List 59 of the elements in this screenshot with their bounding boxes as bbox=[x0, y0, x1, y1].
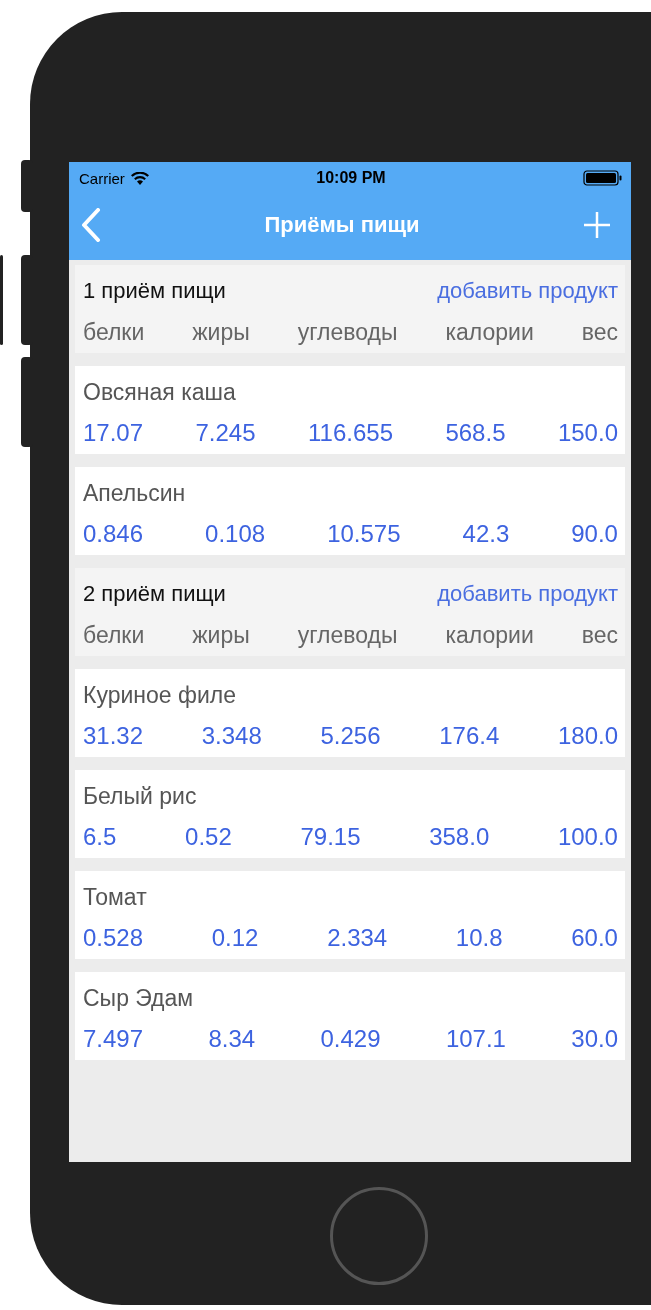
nutrient-value: 150.0 bbox=[557, 419, 618, 448]
product-name: Томат bbox=[83, 883, 147, 911]
nutrient-value: 100.0 bbox=[557, 823, 618, 852]
nutrient-value: 0.846 bbox=[83, 520, 144, 549]
nutrient-value: 176.4 bbox=[439, 722, 500, 751]
nutrient-value: 358.0 bbox=[429, 823, 490, 852]
product-name: Апельсин bbox=[83, 479, 186, 507]
product-card[interactable]: Белый рис 6.5 0.52 79.15 358.0 100.0 bbox=[75, 770, 625, 858]
column-label: калории bbox=[445, 621, 534, 649]
carrier-label: Carrier bbox=[79, 169, 125, 187]
nutrient-value: 5.256 bbox=[320, 722, 381, 751]
status-time: 10:09 PM bbox=[316, 169, 386, 187]
column-label: вес bbox=[581, 318, 618, 346]
nutrient-value: 568.5 bbox=[445, 419, 506, 448]
nutrient-value: 7.497 bbox=[83, 1025, 144, 1054]
meal-title: 1 приём пищи bbox=[83, 278, 226, 305]
nutrient-value: 30.0 bbox=[571, 1025, 618, 1054]
product-card[interactable]: Куриное филе 31.32 3.348 5.256 176.4 180.0 bbox=[75, 669, 625, 757]
nutrient-value: 8.34 bbox=[208, 1025, 256, 1054]
nutrient-value: 10.575 bbox=[327, 520, 401, 549]
column-label: белки bbox=[83, 621, 145, 649]
nutrient-value: 10.8 bbox=[455, 924, 503, 953]
screen-title: Приёмы пищи bbox=[264, 212, 420, 238]
product-name: Овсяная каша bbox=[83, 378, 236, 406]
nutrient-value: 31.32 bbox=[83, 722, 144, 751]
column-label: белки bbox=[83, 318, 145, 346]
nutrient-value: 180.0 bbox=[557, 722, 618, 751]
product-name: Куриное филе bbox=[83, 681, 236, 709]
nutrient-value: 3.348 bbox=[201, 722, 262, 751]
add-product-link[interactable]: добавить продукт bbox=[437, 581, 618, 608]
nutrient-value: 42.3 bbox=[462, 520, 510, 549]
column-label: жиры bbox=[192, 318, 250, 346]
nutrient-value: 107.1 bbox=[445, 1025, 506, 1054]
nutrient-value: 116.655 bbox=[308, 419, 393, 448]
column-label: жиры bbox=[192, 621, 250, 649]
nutrient-value: 0.429 bbox=[320, 1025, 381, 1054]
nutrient-value: 79.15 bbox=[300, 823, 361, 852]
nutrient-value: 0.528 bbox=[83, 924, 144, 953]
product-name: Белый рис bbox=[83, 782, 197, 810]
product-card[interactable]: Апельсин 0.846 0.108 10.575 42.3 90.0 bbox=[75, 467, 625, 555]
product-card[interactable]: Томат 0.528 0.12 2.334 10.8 60.0 bbox=[75, 871, 625, 959]
nutrient-value: 7.245 bbox=[195, 419, 256, 448]
nutrient-value: 90.0 bbox=[571, 520, 618, 549]
product-card[interactable]: Овсяная каша 17.07 7.245 116.655 568.5 150.0 bbox=[75, 366, 625, 454]
nutrient-value: 2.334 bbox=[327, 924, 388, 953]
nutrient-value: 6.5 bbox=[83, 823, 117, 852]
product-card[interactable]: Сыр Эдам 7.497 8.34 0.429 107.1 30.0 bbox=[75, 972, 625, 1060]
nutrient-value: 60.0 bbox=[571, 924, 618, 953]
meal-title: 2 приём пищи bbox=[83, 581, 226, 608]
add-product-link[interactable]: добавить продукт bbox=[437, 278, 618, 305]
nutrient-value: 0.108 bbox=[205, 520, 266, 549]
product-name: Сыр Эдам bbox=[83, 984, 194, 1012]
column-label: калории bbox=[445, 318, 534, 346]
nutrient-value: 0.52 bbox=[185, 823, 232, 852]
column-label: углеводы bbox=[297, 621, 398, 649]
column-label: углеводы bbox=[297, 318, 398, 346]
nutrient-value: 0.12 bbox=[211, 924, 259, 953]
nutrient-value: 17.07 bbox=[83, 419, 144, 448]
column-label: вес bbox=[581, 621, 618, 649]
